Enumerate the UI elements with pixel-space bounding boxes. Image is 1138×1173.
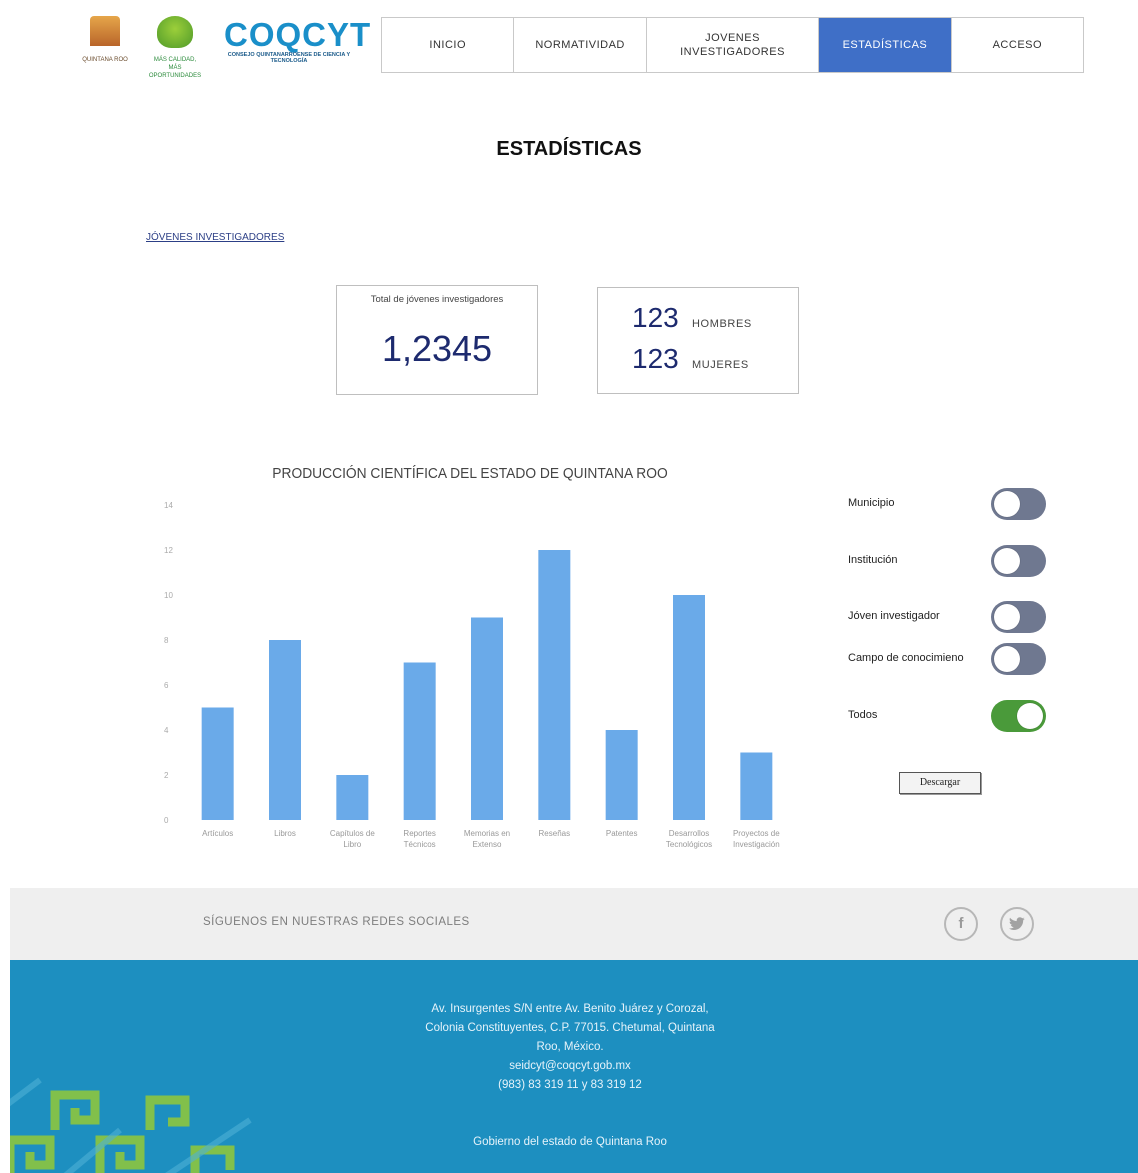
total-value: 1,2345 xyxy=(381,328,493,369)
total-card: Total de jóvenes investigadores 1,2345 xyxy=(336,285,538,395)
footer-phone: (983) 83 319 11 y 83 319 12 xyxy=(498,1079,642,1091)
joven-investigador-toggle[interactable] xyxy=(991,601,1046,633)
x-tick-label: Capítulos de xyxy=(330,829,375,838)
chart-bar[interactable] xyxy=(538,550,571,820)
mayan-pattern-decoration xyxy=(10,1077,252,1173)
x-tick-label: Patentes xyxy=(606,829,638,838)
todos-toggle[interactable] xyxy=(991,700,1046,732)
chart-bar[interactable] xyxy=(269,640,301,820)
coqcyt-logo-subtitle: CONSEJO QUINTANARROENSE DE CIENCIA Y TEC… xyxy=(227,52,351,64)
social-text: SÍGUENOS EN NUESTRAS REDES SOCIALES xyxy=(203,916,470,928)
x-tick-label: Libros xyxy=(274,829,296,838)
filter-joven-investigador-label: Jóven investigador xyxy=(848,610,940,622)
women-label: MUJERES xyxy=(692,359,749,371)
x-tick-label: Extenso xyxy=(473,840,502,849)
chart-bar[interactable] xyxy=(740,752,773,821)
footer: Av. Insurgentes S/N entre Av. Benito Juá… xyxy=(10,960,1138,1173)
x-tick-label: Tecnológicos xyxy=(666,840,712,849)
nav-estadisticas[interactable]: ESTADÍSTICAS xyxy=(819,18,952,72)
x-tick-label: Memorias en xyxy=(464,829,510,838)
filter-municipio-label: Municipio xyxy=(848,497,895,509)
coqcyt-logo-text: COQCYT xyxy=(224,16,372,53)
nav-inicio[interactable]: INICIO xyxy=(382,18,515,72)
nav-jovenes-investigadores[interactable]: JOVENES INVESTIGADORES xyxy=(647,18,820,72)
chart-bar[interactable] xyxy=(403,662,436,821)
coqcyt-logo[interactable]: COQCYT CONSEJO QUINTANARROENSE DE CIENCI… xyxy=(214,16,370,68)
gender-card: 123 HOMBRES 123 MUJERES xyxy=(597,287,799,394)
institucion-toggle[interactable] xyxy=(991,545,1046,577)
filter-todos: Todos xyxy=(848,700,1048,734)
tree-logo: MÁS CALIDAD, MÁS OPORTUNIDADES xyxy=(147,14,203,79)
footer-address: Av. Insurgentes S/N entre Av. Benito Juá… xyxy=(380,1000,760,1095)
twitter-icon[interactable] xyxy=(1000,907,1034,941)
page-title: ESTADÍSTICAS xyxy=(496,138,642,160)
production-bar-chart: 0 2 4 6 8 10 12 14 Artículos Libros Capítulos de Li… xyxy=(164,501,780,849)
filter-institucion-label: Institución xyxy=(848,554,898,566)
filter-joven-investigador: Jóven investigador xyxy=(848,601,1048,635)
logo-tree-text: MÁS CALIDAD, MÁS OPORTUNIDADES xyxy=(148,57,202,79)
campo-conocimiento-toggle[interactable] xyxy=(991,643,1046,675)
y-tick-label: 6 xyxy=(164,681,169,690)
x-tick-label: Desarrollos xyxy=(669,829,709,838)
y-tick-label: 0 xyxy=(164,816,169,825)
quintana-roo-logo: QUINTANA ROO xyxy=(76,14,134,76)
x-tick-label: Proyectos de xyxy=(733,829,780,838)
y-tick-label: 10 xyxy=(164,591,173,600)
chart-bar[interactable] xyxy=(201,707,234,821)
social-bar: SÍGUENOS EN NUESTRAS REDES SOCIALES f xyxy=(10,888,1138,960)
chart-bar[interactable] xyxy=(673,595,705,820)
logo-building-icon xyxy=(90,16,120,46)
chart-bar[interactable] xyxy=(605,730,638,820)
women-row: 123 MUJERES xyxy=(632,343,749,375)
download-button[interactable]: Descargar xyxy=(899,772,981,794)
footer-gov: Gobierno del estado de Quintana Roo xyxy=(473,1136,667,1148)
x-tick-label: Investigación xyxy=(733,840,780,849)
x-tick-label: Reportes xyxy=(403,829,435,838)
tree-icon xyxy=(157,16,193,48)
y-tick-label: 14 xyxy=(164,501,173,510)
x-tick-label: Reseñas xyxy=(539,829,571,838)
y-tick-label: 2 xyxy=(164,771,169,780)
main-nav: INICIO NORMATIVIDAD JOVENES INVESTIGADOR… xyxy=(381,17,1084,73)
total-label: Total de jóvenes investigadores xyxy=(370,294,504,305)
x-tick-label: Libro xyxy=(343,840,361,849)
chart-bar[interactable] xyxy=(336,775,369,820)
address-line: Av. Insurgentes S/N entre Av. Benito Juá… xyxy=(431,1003,709,1015)
toggle-knob xyxy=(1017,703,1043,729)
jovenes-investigadores-link[interactable]: JÓVENES INVESTIGADORES xyxy=(146,232,284,243)
nav-normatividad[interactable]: NORMATIVIDAD xyxy=(514,18,647,72)
filter-campo-conocimiento: Campo de conocimieno xyxy=(848,643,1048,677)
men-value: 123 xyxy=(632,302,679,333)
men-row: 123 HOMBRES xyxy=(632,302,752,334)
filter-todos-label: Todos xyxy=(848,709,878,721)
y-tick-label: 12 xyxy=(164,546,173,555)
y-tick-label: 8 xyxy=(164,636,169,645)
x-tick-label: Artículos xyxy=(202,829,233,838)
footer-email[interactable]: seidcyt@coqcyt.gob.mx xyxy=(380,1057,760,1076)
facebook-icon[interactable]: f xyxy=(944,907,978,941)
toggle-knob xyxy=(994,491,1020,517)
men-label: HOMBRES xyxy=(692,318,752,330)
filter-municipio: Municipio xyxy=(848,488,1048,522)
filter-institucion: Institución xyxy=(848,545,1048,579)
filter-campo-conocimiento-label: Campo de conocimieno xyxy=(848,652,964,664)
chart-title: PRODUCCIÓN CIENTÍFICA DEL ESTADO DE QUIN… xyxy=(272,465,668,482)
address-line: Colonia Constituyentes, C.P. 77015. Chet… xyxy=(425,1022,715,1034)
toggle-knob xyxy=(994,646,1020,672)
chart-bar[interactable] xyxy=(471,617,503,821)
y-tick-label: 4 xyxy=(164,726,169,735)
address-line: Roo, México. xyxy=(536,1041,604,1053)
nav-acceso[interactable]: ACCESO xyxy=(952,18,1083,72)
x-tick-label: Técnicos xyxy=(404,840,436,849)
toggle-knob xyxy=(994,548,1020,574)
municipio-toggle[interactable] xyxy=(991,488,1046,520)
women-value: 123 xyxy=(632,343,679,374)
twitter-bird-icon xyxy=(1009,917,1025,930)
logo-qroo-text: QUINTANA ROO xyxy=(82,57,128,63)
toggle-knob xyxy=(994,604,1020,630)
